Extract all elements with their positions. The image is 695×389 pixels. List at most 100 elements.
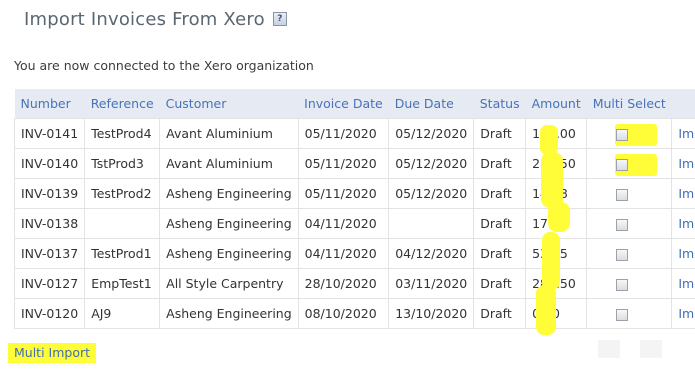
cell-due-date: 05/12/2020 — [388, 178, 475, 209]
cell-status: Draft — [473, 178, 527, 209]
cell-customer: All Style Carpentry — [159, 268, 299, 299]
cell-due-date: 04/12/2020 — [388, 238, 475, 269]
multi-select-checkbox[interactable] — [616, 308, 629, 321]
cell-customer: Asheng Engineering — [159, 298, 299, 329]
cell-amount: 17.25 — [525, 208, 588, 239]
page-header: Import Invoices From Xero ? — [24, 7, 287, 31]
cell-reference: TstProd3 — [84, 148, 161, 179]
cell-customer: Asheng Engineering — [159, 238, 299, 269]
column-header-invoice-date: Invoice Date — [298, 89, 389, 119]
column-header-multi-select: Multi Select — [586, 89, 672, 119]
cell-action: Import — [671, 238, 695, 269]
table-row: INV-0127 EmpTest1 All Style Carpentry 28… — [13, 268, 695, 299]
table-row: INV-0140 TstProd3 Avant Aluminium 05/11/… — [13, 148, 695, 179]
cell-multi-select — [586, 178, 673, 209]
column-header-amount: Amount — [525, 89, 587, 119]
cell-status: Draft — [473, 208, 527, 239]
cell-invoice-date: 04/11/2020 — [297, 238, 390, 269]
cell-multi-select — [586, 298, 673, 329]
cell-amount: 287.50 — [525, 148, 588, 179]
multi-select-checkbox[interactable] — [616, 218, 629, 231]
invoices-table: Number Reference Customer Invoice Date D… — [13, 89, 695, 329]
cell-action: Import — [671, 298, 695, 329]
cell-due-date: 05/12/2020 — [388, 118, 475, 149]
cell-number: INV-0137 — [13, 238, 86, 269]
import-link[interactable]: Import — [678, 306, 695, 321]
decorative-box — [598, 340, 620, 358]
cell-action: Import — [671, 118, 695, 149]
cell-due-date: 03/11/2020 — [388, 268, 475, 299]
cell-multi-select — [586, 238, 673, 269]
cell-multi-select — [586, 268, 673, 299]
connection-status-text: You are now connected to the Xero organi… — [14, 58, 314, 73]
cell-reference: EmpTest1 — [84, 268, 161, 299]
table-row: INV-0120 AJ9 Asheng Engineering 08/10/20… — [13, 298, 695, 329]
cell-customer: Avant Aluminium — [159, 148, 299, 179]
import-link[interactable]: Import — [678, 186, 695, 201]
column-header-reference: Reference — [84, 89, 160, 119]
cell-action: Import — [671, 208, 695, 239]
multi-select-checkbox[interactable] — [616, 278, 629, 291]
cell-status: Draft — [473, 118, 527, 149]
cell-number: INV-0138 — [13, 208, 86, 239]
import-link[interactable]: Import — [678, 126, 695, 141]
multi-select-checkbox[interactable] — [616, 188, 629, 201]
column-header-action — [671, 89, 695, 119]
multi-select-checkbox[interactable] — [616, 248, 629, 261]
cell-customer: Asheng Engineering — [159, 178, 299, 209]
import-link[interactable]: Import — [678, 276, 695, 291]
cell-due-date: 05/12/2020 — [388, 148, 475, 179]
cell-invoice-date: 04/11/2020 — [297, 208, 390, 239]
page-title: Import Invoices From Xero — [24, 8, 265, 30]
cell-invoice-date: 08/10/2020 — [297, 298, 390, 329]
cell-number: INV-0139 — [13, 178, 86, 209]
cell-status: Draft — [473, 148, 527, 179]
cell-number: INV-0141 — [13, 118, 86, 149]
cell-reference: TestProd1 — [84, 238, 161, 269]
cell-amount: 14.38 — [525, 178, 588, 209]
cell-amount: 53.25 — [525, 238, 588, 269]
cell-customer: Avant Aluminium — [159, 118, 299, 149]
cell-customer: Asheng Engineering — [159, 208, 299, 239]
cell-invoice-date: 05/11/2020 — [297, 118, 390, 149]
import-link[interactable]: Import — [678, 216, 695, 231]
multi-select-checkbox[interactable] — [616, 158, 629, 171]
cell-action: Import — [671, 148, 695, 179]
column-header-due-date: Due Date — [388, 89, 474, 119]
help-icon[interactable]: ? — [272, 12, 287, 26]
import-link[interactable]: Import — [678, 156, 695, 171]
table-header-row: Number Reference Customer Invoice Date D… — [14, 89, 695, 119]
column-header-number: Number — [14, 89, 85, 119]
column-header-status: Status — [473, 89, 526, 119]
cell-amount: 287.50 — [525, 268, 588, 299]
table-row: INV-0141 TestProd4 Avant Aluminium 05/11… — [13, 118, 695, 149]
cell-invoice-date: 28/10/2020 — [297, 268, 390, 299]
cell-status: Draft — [473, 298, 527, 329]
decorative-box — [640, 340, 662, 358]
table-row: INV-0139 TestProd2 Asheng Engineering 05… — [13, 178, 695, 209]
cell-amount: 0.00 — [525, 298, 588, 329]
cell-number: INV-0120 — [13, 298, 86, 329]
cell-due-date — [388, 208, 475, 239]
multi-import-button[interactable]: Multi Import — [8, 343, 97, 363]
cell-status: Draft — [473, 238, 527, 269]
cell-action: Import — [671, 178, 695, 209]
cell-due-date: 13/10/2020 — [388, 298, 475, 329]
cell-reference: TestProd2 — [84, 178, 161, 209]
cell-reference: AJ9 — [84, 298, 161, 329]
import-link[interactable]: Import — [678, 246, 695, 261]
cell-multi-select — [586, 148, 673, 179]
cell-reference — [84, 208, 161, 239]
cell-amount: 115.00 — [525, 118, 588, 149]
cell-multi-select — [586, 208, 673, 239]
table-row: INV-0137 TestProd1 Asheng Engineering 04… — [13, 238, 695, 269]
cell-reference: TestProd4 — [84, 118, 161, 149]
table-row: INV-0138 Asheng Engineering 04/11/2020 D… — [13, 208, 695, 239]
cell-multi-select — [586, 118, 673, 149]
cell-invoice-date: 05/11/2020 — [297, 178, 390, 209]
cell-number: INV-0127 — [13, 268, 86, 299]
cell-number: INV-0140 — [13, 148, 86, 179]
cell-invoice-date: 05/11/2020 — [297, 148, 390, 179]
column-header-customer: Customer — [159, 89, 299, 119]
multi-select-checkbox[interactable] — [616, 128, 629, 141]
